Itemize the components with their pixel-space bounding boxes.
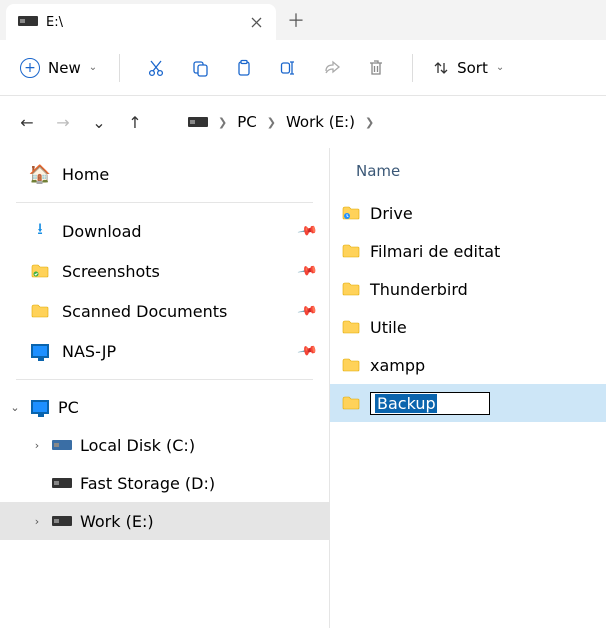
breadcrumb[interactable]: ❯ PC ❯ Work (E:) ❯ [188,113,374,131]
nav-row: ← → ⌄ ↑ ❯ PC ❯ Work (E:) ❯ [0,96,606,148]
tree-item-local-disk[interactable]: › Local Disk (C:) [0,426,329,464]
tab-title: E:\ [46,15,240,30]
folder-icon [342,358,360,372]
copy-button[interactable] [180,48,220,88]
plus-icon: + [20,58,40,78]
sidebar-item-nas[interactable]: NAS-JP 📌 [0,331,329,371]
file-list-pane: Name Drive Filmari de editat Thunderbird… [330,148,606,628]
crumb-drive[interactable]: Work (E:) [286,113,355,131]
sidebar-item-home[interactable]: 🏠 Home [0,154,329,194]
separator [119,54,120,82]
folder-icon [342,320,360,334]
folder-row[interactable]: Thunderbird [330,270,606,308]
rename-input[interactable] [375,394,437,413]
sidebar-label: Home [62,165,109,184]
chevron-right-icon[interactable]: › [30,515,44,528]
new-tab-button[interactable]: ＋ [276,2,316,38]
drive-icon [18,14,38,30]
main-split: 🏠 Home ⭳ Download 📌 Screenshots 📌 Scanne… [0,148,606,628]
separator [16,379,313,380]
crumb-pc[interactable]: PC [237,113,257,131]
folder-icon [30,264,50,278]
back-button[interactable]: ← [16,111,38,133]
sort-label: Sort [457,59,488,77]
sidebar-label: Download [62,222,142,241]
file-name: Filmari de editat [370,242,500,261]
paste-button[interactable] [224,48,264,88]
file-name: Thunderbird [370,280,468,299]
chevron-right-icon: ❯ [218,116,227,129]
sidebar-label: NAS-JP [62,342,116,361]
tree-label: PC [58,398,79,417]
tree-item-work-e[interactable]: › Work (E:) [0,502,329,540]
folder-icon [342,206,360,220]
file-name: Utile [370,318,407,337]
tree-label: Work (E:) [80,512,154,531]
recent-dropdown[interactable]: ⌄ [88,111,110,133]
tree-item-pc[interactable]: ⌄ PC [0,388,329,426]
folder-icon [342,396,360,410]
sidebar-item-scanned[interactable]: Scanned Documents 📌 [0,291,329,331]
folder-row-renaming[interactable] [330,384,606,422]
cut-button[interactable] [136,48,176,88]
sort-icon [433,60,449,76]
folder-icon [342,282,360,296]
close-tab-button[interactable] [248,14,264,30]
sidebar-item-screenshots[interactable]: Screenshots 📌 [0,251,329,291]
separator [412,54,413,82]
up-button[interactable]: ↑ [124,111,146,133]
home-icon: 🏠 [30,164,50,185]
share-button[interactable] [312,48,352,88]
column-header-name[interactable]: Name [330,154,606,194]
tab-active[interactable]: E:\ [6,4,276,40]
folder-row[interactable]: xampp [330,346,606,384]
delete-button[interactable] [356,48,396,88]
folder-icon [30,304,50,318]
monitor-icon [30,344,50,358]
drive-icon [52,440,72,450]
pin-icon: 📌 [296,340,318,362]
forward-button[interactable]: → [52,111,74,133]
chevron-down-icon: ⌄ [89,62,97,73]
file-name: Drive [370,204,413,223]
nav-pane: 🏠 Home ⭳ Download 📌 Screenshots 📌 Scanne… [0,148,330,628]
sort-button[interactable]: Sort ⌄ [429,53,508,83]
tree-item-fast-storage[interactable]: › Fast Storage (D:) [0,464,329,502]
chevron-right-icon: ❯ [267,116,276,129]
pin-icon: 📌 [296,300,318,322]
chevron-down-icon[interactable]: ⌄ [8,401,22,414]
file-name: xampp [370,356,425,375]
download-icon: ⭳ [30,218,50,245]
tree-label: Local Disk (C:) [80,436,195,455]
folder-row[interactable]: Drive [330,194,606,232]
tree-label: Fast Storage (D:) [80,474,215,493]
tab-bar: E:\ ＋ [0,0,606,40]
folder-icon [342,244,360,258]
sidebar-item-download[interactable]: ⭳ Download 📌 [0,211,329,251]
sidebar-label: Screenshots [62,262,160,281]
sidebar-label: Scanned Documents [62,302,227,321]
separator [16,202,313,203]
toolbar: + New ⌄ Sort ⌄ [0,40,606,96]
pin-icon: 📌 [296,220,318,242]
new-button[interactable]: + New ⌄ [14,52,103,84]
rename-button[interactable] [268,48,308,88]
drive-icon [52,478,72,488]
new-label: New [48,59,81,77]
chevron-right-icon[interactable]: › [30,439,44,452]
drive-icon [52,516,72,526]
pin-icon: 📌 [296,260,318,282]
chevron-down-icon: ⌄ [496,62,504,73]
monitor-icon [30,400,50,414]
chevron-right-icon: ❯ [365,116,374,129]
folder-row[interactable]: Filmari de editat [330,232,606,270]
rename-input-wrapper [370,392,490,415]
drive-icon [188,113,208,131]
folder-row[interactable]: Utile [330,308,606,346]
